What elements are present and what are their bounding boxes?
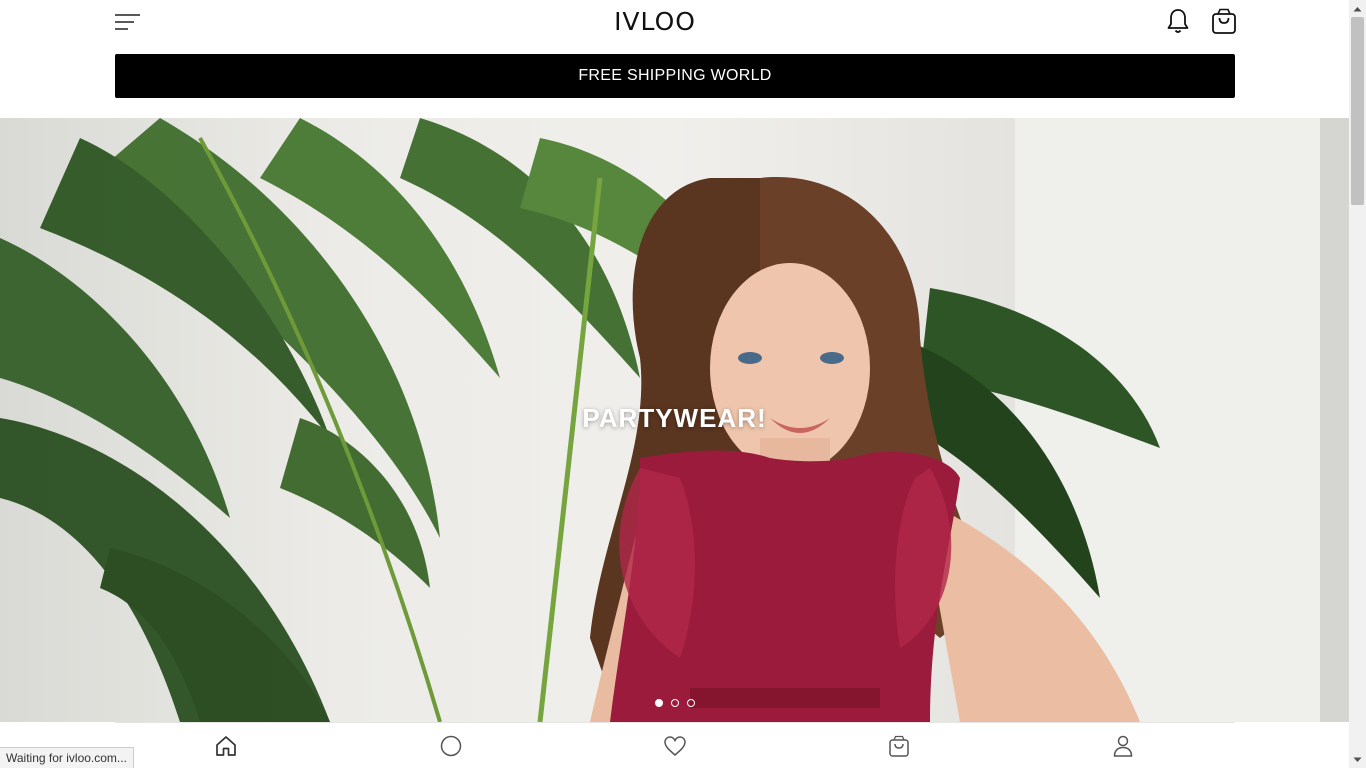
heart-icon[interactable]	[663, 734, 687, 758]
slide-dot-1[interactable]	[654, 699, 663, 707]
bottom-navigation	[0, 722, 1349, 768]
site-logo[interactable]: IVLOO	[600, 6, 710, 38]
browser-status-text: Waiting for ivloo.com...	[0, 747, 134, 768]
scroll-down-arrow-icon[interactable]	[1349, 751, 1366, 768]
vertical-scrollbar[interactable]	[1349, 0, 1366, 768]
nav-divider	[115, 722, 1235, 723]
hamburger-menu-icon[interactable]	[114, 12, 142, 32]
slider-dots	[0, 699, 1349, 707]
hero-slider[interactable]: PARTYWEAR!	[0, 118, 1349, 722]
scroll-up-arrow-icon[interactable]	[1349, 0, 1366, 17]
slide-dot-2[interactable]	[670, 699, 679, 707]
home-icon[interactable]	[214, 734, 238, 758]
shopping-bag-icon[interactable]	[887, 734, 911, 758]
free-shipping-banner[interactable]: FREE SHIPPING WORLD	[115, 54, 1235, 98]
hero-title[interactable]: PARTYWEAR!	[0, 403, 1349, 434]
promo-text: FREE SHIPPING WORLD	[578, 67, 772, 84]
scroll-thumb[interactable]	[1351, 17, 1364, 205]
circle-icon[interactable]	[439, 734, 463, 758]
site-header: IVLOO FREE SHIPPING WORLD	[0, 0, 1349, 118]
bell-icon[interactable]	[1165, 7, 1191, 35]
user-icon[interactable]	[1111, 734, 1135, 758]
shopping-bag-icon[interactable]	[1210, 7, 1238, 35]
slide-dot-3[interactable]	[686, 699, 695, 707]
